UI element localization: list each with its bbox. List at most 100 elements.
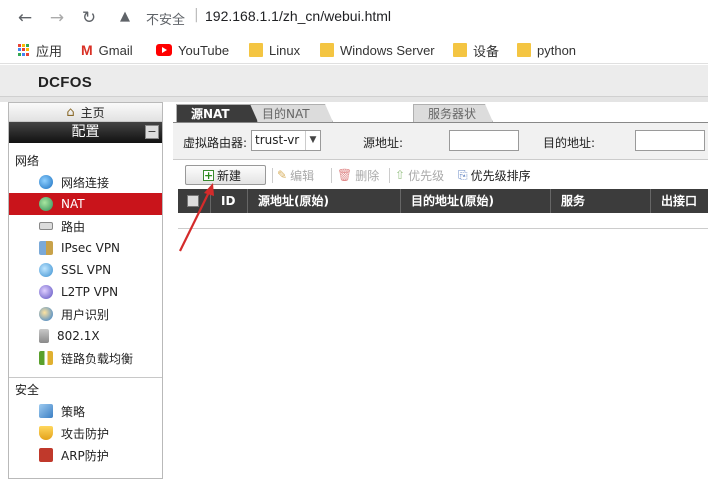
dst-addr-input[interactable] — [635, 130, 705, 151]
select-all-checkbox[interactable] — [187, 195, 199, 207]
priority-sort-label: 优先级排序 — [470, 168, 531, 183]
folder-icon — [517, 43, 531, 57]
column-header-egress[interactable]: 出接口 — [651, 189, 708, 213]
priority-button[interactable]: ⇧ 优先级 — [395, 165, 444, 185]
app-logo: DCFOS — [38, 74, 92, 91]
sidebar-item-label: 802.1X — [57, 329, 100, 343]
ipsec-vpn-icon — [39, 241, 53, 255]
bookmark-label: python — [537, 42, 577, 58]
select-all-cell — [178, 189, 211, 213]
sidebar-item-label: 链路负载均衡 — [61, 351, 134, 366]
toolbar-separator — [272, 168, 273, 183]
bookmark-devices[interactable]: 设备 — [453, 41, 499, 59]
edit-label: 编辑 — [290, 168, 315, 183]
column-header-id[interactable]: ID — [211, 189, 248, 213]
sidebar-item-label: 路由 — [61, 219, 86, 234]
bookmark-gmail[interactable]: M Gmail — [81, 41, 133, 59]
back-arrow-icon[interactable]: ← — [15, 8, 35, 28]
home-icon: ⌂ — [66, 104, 75, 120]
priority-icon: ⇧ — [395, 168, 406, 182]
attack-defense-icon — [39, 426, 53, 440]
user-identify-icon — [39, 307, 53, 321]
sidebar-item-label: L2TP VPN — [61, 285, 119, 299]
new-label: 新建 — [217, 168, 242, 183]
vrouter-select[interactable]: trust-vr ▼ — [251, 130, 321, 151]
insecure-label[interactable]: 不安全 — [146, 9, 185, 28]
bookmark-python[interactable]: python — [517, 41, 576, 59]
column-header-service[interactable]: 服务 — [551, 189, 651, 213]
sidebar-item-label: 用户识别 — [61, 307, 110, 322]
column-header-src-addr[interactable]: 源地址(原始) — [248, 189, 401, 213]
bookmark-label: 应用 — [36, 43, 63, 59]
url-separator: | — [194, 7, 199, 23]
folder-icon — [453, 43, 467, 57]
sort-icon: ⎘ — [458, 167, 468, 182]
delete-button[interactable]: 🗑 删除 — [337, 165, 379, 185]
router-icon — [39, 222, 53, 230]
section-title-security: 安全 — [15, 383, 40, 397]
sidebar-item-routing[interactable]: 路由 — [9, 215, 162, 237]
sidebar-item-ipsec-vpn[interactable]: IPsec VPN — [9, 237, 162, 259]
dot1x-icon — [39, 329, 49, 343]
toolbar-separator — [389, 168, 390, 183]
apps-grid-icon — [18, 44, 30, 56]
forward-arrow-icon[interactable]: → — [47, 8, 67, 28]
sidebar-item-label: IPsec VPN — [61, 241, 121, 255]
tab-bar: 服务器状态 目的NAT 源NAT — [173, 102, 708, 122]
bookmark-label: YouTube — [178, 42, 230, 58]
bookmark-label: Windows Server — [340, 42, 435, 58]
home-label: 主页 — [80, 105, 105, 120]
reload-icon[interactable]: ↻ — [79, 8, 99, 28]
column-header-dst-addr[interactable]: 目的地址(原始) — [401, 189, 551, 213]
url-field[interactable]: 192.168.1.1/zh_cn/webui.html — [205, 8, 391, 24]
bookmark-windows-server[interactable]: Windows Server — [320, 41, 435, 59]
tab-server-status[interactable]: 服务器状态 — [413, 104, 493, 122]
tab-snat[interactable]: 源NAT — [176, 104, 258, 122]
bookmark-label: 设备 — [473, 43, 500, 59]
warning-icon[interactable]: ▲ — [120, 9, 130, 24]
new-button[interactable]: + 新建 — [185, 165, 266, 185]
sidebar-item-arp-defense[interactable]: ARP防护 — [9, 444, 162, 466]
collapse-icon[interactable]: − — [145, 125, 159, 139]
tab-dnat[interactable]: 目的NAT — [247, 104, 333, 122]
main-panel: 服务器状态 目的NAT 源NAT 虚拟路由器: trust-vr ▼ 源地址: … — [173, 102, 708, 479]
sidebar-item-policy[interactable]: 策略 — [9, 400, 162, 422]
edit-button[interactable]: ✎ 编辑 — [277, 165, 314, 185]
bookmark-label: Linux — [269, 42, 301, 58]
vrouter-value: trust-vr — [255, 133, 300, 147]
vrouter-label: 虚拟路由器: — [183, 136, 248, 150]
chevron-down-icon: ▼ — [305, 131, 320, 150]
sidebar-item-load-balance[interactable]: 链路负载均衡 — [9, 347, 162, 369]
sidebar-item-ssl-vpn[interactable]: SSL VPN — [9, 259, 162, 281]
bookmark-apps[interactable]: 应用 — [18, 41, 62, 59]
sidebar-item-attack-defense[interactable]: 攻击防护 — [9, 422, 162, 444]
delete-label: 删除 — [355, 168, 380, 183]
bookmark-youtube[interactable]: YouTube — [156, 41, 229, 59]
sidebar-item-nat[interactable]: NAT — [9, 193, 162, 215]
toolbar: + 新建 ✎ 编辑 🗑 删除 ⇧ 优先级 ⎘ 优先级排序 — [173, 162, 708, 189]
bookmark-linux[interactable]: Linux — [249, 41, 300, 59]
l2tp-vpn-icon — [39, 285, 53, 299]
src-addr-input[interactable] — [449, 130, 519, 151]
app-header: DCFOS — [0, 65, 708, 97]
bookmarks-bar: 应用 M Gmail YouTube Linux Windows Server … — [0, 36, 708, 64]
sidebar-item-dot1x[interactable]: 802.1X — [9, 325, 162, 347]
sidebar-item-label: 网络连接 — [61, 175, 110, 190]
nat-globe-icon — [39, 197, 53, 211]
sidebar-item-user-identify[interactable]: 用户识别 — [9, 303, 162, 325]
config-header[interactable]: 配置 − — [9, 122, 162, 143]
folder-icon — [320, 43, 334, 57]
config-label: 配置 — [71, 124, 100, 140]
priority-sort-button[interactable]: ⎘ 优先级排序 — [458, 165, 531, 185]
home-button[interactable]: ⌂ 主页 — [9, 103, 162, 122]
sidebar-item-label: NAT — [61, 197, 85, 211]
sidebar-item-label: 策略 — [61, 404, 86, 419]
src-addr-label: 源地址: — [363, 136, 404, 150]
filter-bar: 虚拟路由器: trust-vr ▼ 源地址: 目的地址: — [173, 122, 708, 160]
bookmark-label: Gmail — [98, 42, 133, 58]
load-balance-icon — [39, 351, 53, 365]
sidebar-item-network-connection[interactable]: 网络连接 — [9, 171, 162, 193]
sidebar-item-l2tp-vpn[interactable]: L2TP VPN — [9, 281, 162, 303]
sidebar-item-label: ARP防护 — [61, 448, 109, 463]
toolbar-separator — [331, 168, 332, 183]
